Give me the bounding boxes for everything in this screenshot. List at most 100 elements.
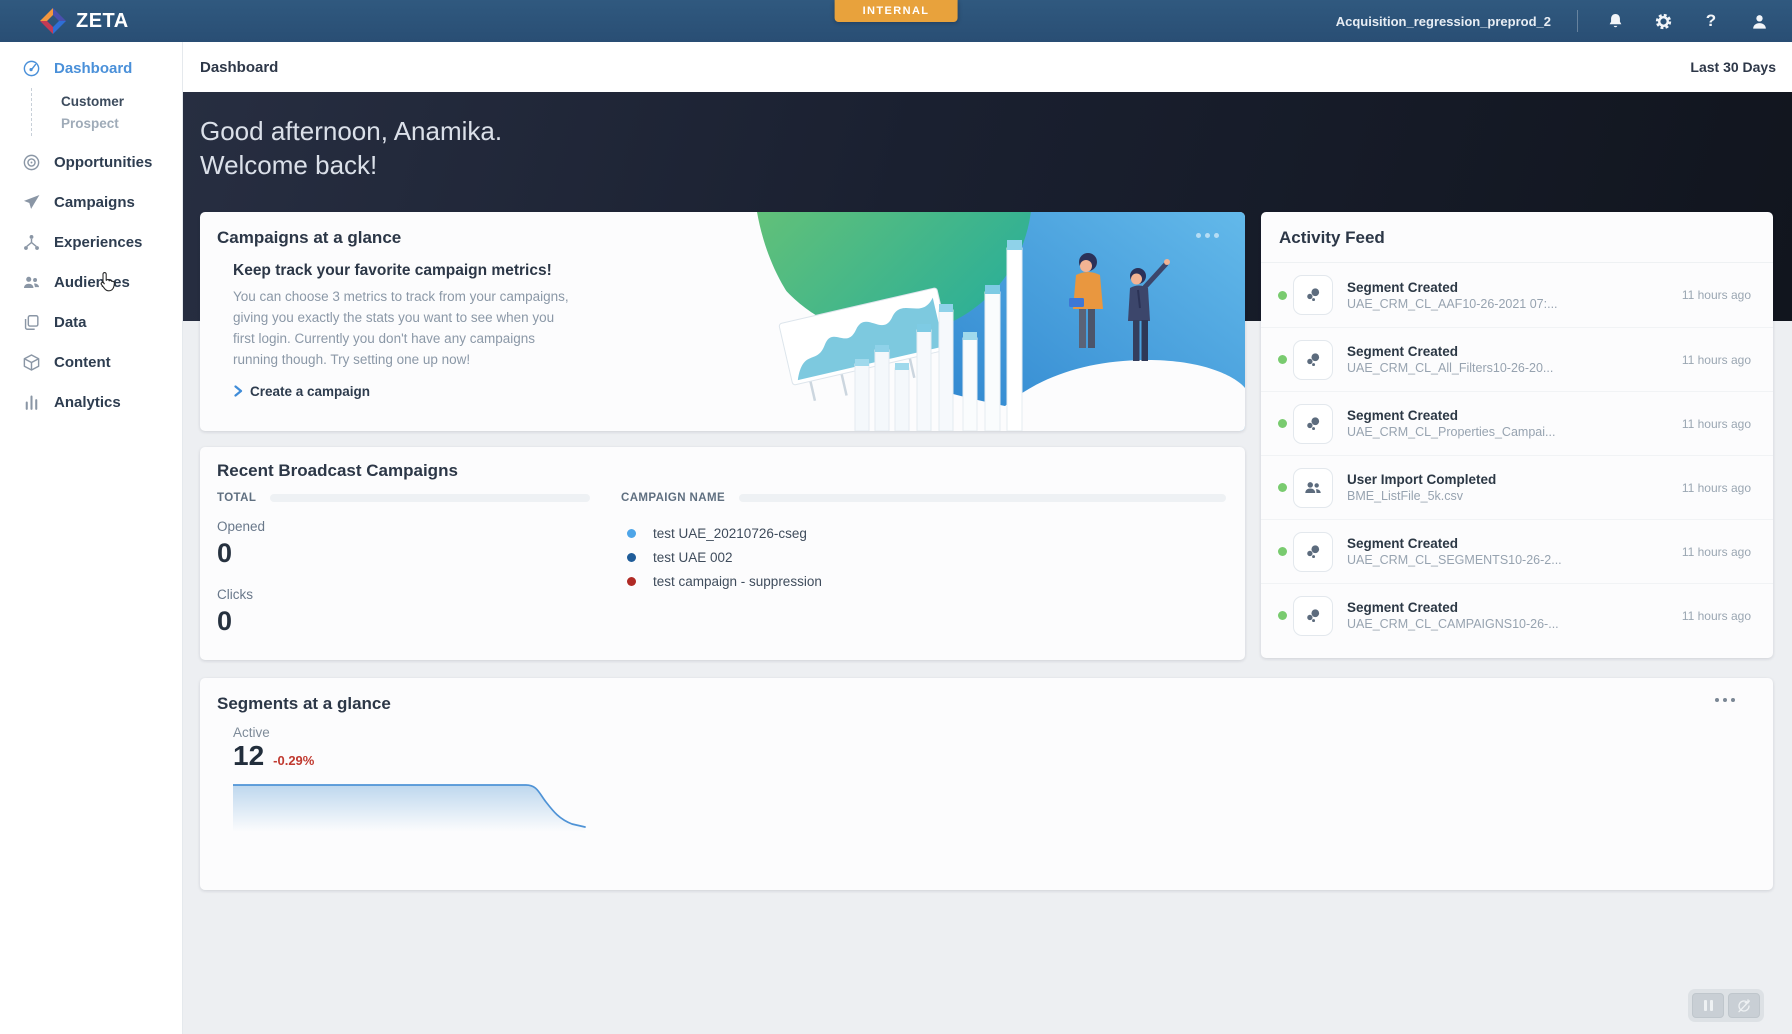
sidebar-item-customer[interactable]: Customer	[0, 90, 182, 112]
feed-item-text: User Import Completed BME_ListFile_5k.cs…	[1347, 472, 1496, 503]
campaigns-card-body: You can choose 3 metrics to track from y…	[233, 287, 578, 371]
campaigns-at-a-glance-card: Campaigns at a glance Keep track your fa…	[200, 212, 1245, 431]
feed-item-subtitle: UAE_CRM_CL_Properties_Campai...	[1347, 425, 1555, 439]
sidebar-item-experiences[interactable]: Experiences	[0, 222, 182, 262]
campaign-name: test campaign - suppression	[653, 574, 822, 589]
user-icon[interactable]	[1748, 10, 1770, 32]
active-label: Active	[233, 725, 270, 740]
feed-item-time: 11 hours ago	[1682, 545, 1751, 559]
gear-icon[interactable]	[1652, 10, 1674, 32]
sidebar-item-label: Experiences	[54, 234, 142, 251]
refresh-disabled-button[interactable]	[1728, 993, 1760, 1018]
zeta-dashboard-app: ZETA INTERNAL Acquisition_regression_pre…	[0, 0, 1792, 1034]
total-column-header: TOTAL	[217, 492, 590, 504]
feed-item-text: Segment Created UAE_CRM_CL_All_Filters10…	[1347, 344, 1553, 375]
brand-name: ZETA	[76, 10, 129, 33]
feed-item-title: Segment Created	[1347, 280, 1558, 295]
feed-item[interactable]: Segment Created UAE_CRM_CL_AAF10-26-2021…	[1261, 263, 1773, 327]
sidebar-item-analytics[interactable]: Analytics	[0, 382, 182, 422]
brand[interactable]: ZETA	[0, 8, 129, 34]
target-icon	[22, 153, 41, 172]
activity-feed-card: Activity Feed Segment Created UAE_CRM_CL…	[1261, 212, 1773, 658]
metric-label: Clicks	[217, 587, 253, 602]
campaign-color-dot	[627, 529, 636, 538]
feed-item-text: Segment Created UAE_CRM_CL_CAMPAIGNS10-2…	[1347, 600, 1559, 631]
feed-item[interactable]: Segment Created UAE_CRM_CL_All_Filters10…	[1261, 327, 1773, 391]
feed-item-time: 11 hours ago	[1682, 288, 1751, 302]
users-icon	[1293, 468, 1333, 508]
feed-item-text: Segment Created UAE_CRM_CL_Properties_Ca…	[1347, 408, 1555, 439]
greeting: Good afternoon, Anamika. Welcome back!	[183, 92, 1792, 183]
sidebar-item-prospect[interactable]: Prospect	[0, 112, 182, 134]
campaigns-card-copy: Keep track your favorite campaign metric…	[233, 262, 578, 399]
sidebar-item-data[interactable]: Data	[0, 302, 182, 342]
sidebar-item-opportunities[interactable]: Opportunities	[0, 142, 182, 182]
internal-badge: INTERNAL	[835, 0, 958, 22]
feed-item-time: 11 hours ago	[1682, 609, 1751, 623]
feed-item[interactable]: Segment Created UAE_CRM_CL_SEGMENTS10-26…	[1261, 519, 1773, 583]
date-range-selector[interactable]: Last 30 Days	[1690, 59, 1776, 75]
feed-item-title: Segment Created	[1347, 344, 1553, 359]
chevron-right-icon	[233, 385, 243, 397]
feed-playback-controls	[1688, 989, 1764, 1022]
zeta-logo-icon	[40, 8, 66, 34]
paper-plane-icon	[22, 193, 41, 212]
sidebar-item-audiences[interactable]: Audiences	[0, 262, 182, 302]
feed-item-subtitle: BME_ListFile_5k.csv	[1347, 489, 1496, 503]
sidebar-item-label: Prospect	[61, 116, 119, 131]
create-campaign-link[interactable]: Create a campaign	[233, 384, 578, 399]
placeholder-bar	[270, 494, 590, 502]
campaign-name: test UAE 002	[653, 550, 733, 565]
bell-icon[interactable]	[1604, 10, 1626, 32]
active-value: 12	[233, 742, 264, 770]
campaigns-card-heading: Keep track your favorite campaign metric…	[233, 262, 578, 280]
opened-metric: Opened 0	[217, 519, 265, 567]
help-icon[interactable]: ?	[1700, 10, 1722, 32]
campaigns-card-menu-icon[interactable]	[1196, 233, 1219, 238]
sidebar-item-dashboard[interactable]: Dashboard	[0, 48, 182, 88]
sidebar-item-label: Content	[54, 354, 111, 371]
segments-card-title: Segments at a glance	[217, 694, 391, 714]
pause-icon	[1704, 1000, 1713, 1011]
refresh-slash-icon	[1736, 998, 1752, 1014]
feed-item-time: 11 hours ago	[1682, 481, 1751, 495]
segments-card-menu-icon[interactable]	[1715, 698, 1735, 702]
create-campaign-label: Create a campaign	[250, 384, 370, 399]
campaign-color-dot	[627, 577, 636, 586]
segment-icon	[1293, 275, 1333, 315]
feed-item[interactable]: User Import Completed BME_ListFile_5k.cs…	[1261, 455, 1773, 519]
total-label: TOTAL	[217, 492, 256, 504]
feed-item-time: 11 hours ago	[1682, 353, 1751, 367]
campaign-name: test UAE_20210726-cseg	[653, 526, 807, 541]
sidebar-item-content[interactable]: Content	[0, 342, 182, 382]
campaign-name-label: CAMPAIGN NAME	[621, 492, 725, 504]
feed-item-time: 11 hours ago	[1682, 417, 1751, 431]
account-name[interactable]: Acquisition_regression_preprod_2	[1336, 14, 1551, 29]
feed-item[interactable]: Segment Created UAE_CRM_CL_CAMPAIGNS10-2…	[1261, 583, 1773, 647]
feed-item-text: Segment Created UAE_CRM_CL_AAF10-26-2021…	[1347, 280, 1558, 311]
greeting-line2: Welcome back!	[200, 148, 1792, 182]
status-dot	[1278, 291, 1287, 300]
dashboard-subnav: Customer Prospect	[0, 88, 182, 142]
metric-value: 0	[217, 540, 265, 567]
top-navbar: ZETA INTERNAL Acquisition_regression_pre…	[0, 0, 1792, 42]
metric-label: Opened	[217, 519, 265, 534]
status-dot	[1278, 419, 1287, 428]
campaign-row[interactable]: test UAE_20210726-cseg	[627, 521, 822, 545]
campaign-row[interactable]: test campaign - suppression	[627, 569, 822, 593]
campaign-color-dot	[627, 553, 636, 562]
metric-value: 0	[217, 608, 253, 635]
feed-item[interactable]: Segment Created UAE_CRM_CL_Properties_Ca…	[1261, 391, 1773, 455]
cube-icon	[22, 353, 41, 372]
feed-item-title: Segment Created	[1347, 600, 1559, 615]
feed-item-subtitle: UAE_CRM_CL_AAF10-26-2021 07:...	[1347, 297, 1558, 311]
gauge-icon	[22, 59, 41, 78]
bar-chart-icon	[22, 393, 41, 412]
active-value-row: 12 -0.29%	[233, 742, 314, 770]
pause-button[interactable]	[1692, 993, 1724, 1018]
sidebar-item-label: Audiences	[54, 274, 130, 291]
subnav-rail	[31, 88, 32, 136]
campaign-row[interactable]: test UAE 002	[627, 545, 822, 569]
sidebar-item-campaigns[interactable]: Campaigns	[0, 182, 182, 222]
sidebar-item-label: Analytics	[54, 394, 121, 411]
